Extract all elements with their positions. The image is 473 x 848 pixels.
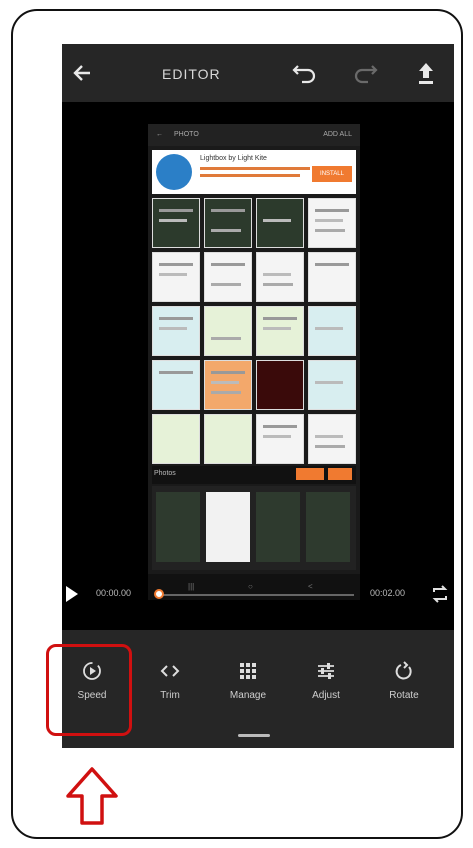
- photo-thumb: [152, 252, 200, 302]
- top-bar: EDITOR: [62, 44, 454, 102]
- photos-bar: Photos: [152, 466, 356, 484]
- photo-thumb: [256, 198, 304, 248]
- adjust-button[interactable]: Adjust: [296, 660, 356, 720]
- adjust-label: Adjust: [312, 690, 340, 701]
- trim-icon: [160, 665, 180, 677]
- page-indicator: [238, 734, 270, 737]
- selected-strip: [152, 486, 356, 570]
- page-title: EDITOR: [162, 66, 221, 82]
- rotate-button[interactable]: Rotate: [374, 660, 434, 720]
- photo-thumb: [308, 414, 356, 464]
- current-time: 00:00.00: [96, 588, 132, 598]
- sliders-icon: [318, 663, 334, 679]
- trim-label: Trim: [160, 690, 180, 701]
- video-preview[interactable]: ← PHOTO ADD ALL Lightbox by Light Kite I…: [148, 124, 360, 600]
- arrow-left-icon[interactable]: [70, 60, 96, 86]
- seek-handle[interactable]: [154, 589, 164, 599]
- photo-thumb: [308, 360, 356, 410]
- app-screen: EDITOR ← PHOTO ADD ALL Lightbox by Light…: [62, 44, 454, 748]
- preview-header: ← PHOTO ADD ALL: [148, 124, 360, 146]
- photo-thumb: [152, 414, 200, 464]
- manage-button[interactable]: Manage: [218, 660, 278, 720]
- photo-thumb: [204, 360, 252, 410]
- photo-thumb: [152, 198, 200, 248]
- rotate-label: Rotate: [389, 690, 419, 701]
- photo-thumb: [256, 360, 304, 410]
- photo-thumb: [256, 252, 304, 302]
- photo-thumb: [308, 252, 356, 302]
- play-icon[interactable]: [66, 586, 78, 602]
- up-arrow-icon: [66, 767, 118, 825]
- ad-banner: Lightbox by Light Kite INSTALL: [152, 150, 356, 194]
- seek-track[interactable]: [158, 594, 354, 596]
- photos-label: Photos: [154, 470, 176, 477]
- ad-title: Lightbox by Light Kite: [200, 155, 267, 162]
- photo-thumb: [308, 198, 356, 248]
- ad-install-button: INSTALL: [312, 166, 352, 182]
- grid-icon: [240, 663, 256, 679]
- photo-thumb: [204, 414, 252, 464]
- photo-thumb: [308, 306, 356, 356]
- redo-icon[interactable]: [352, 60, 380, 84]
- player-bar: 00:00.00 00:02.00: [62, 580, 454, 610]
- photo-thumb: [256, 306, 304, 356]
- loop-icon[interactable]: [430, 584, 450, 604]
- ad-logo: [156, 154, 192, 190]
- photo-thumb: [256, 414, 304, 464]
- photo-thumb: [204, 252, 252, 302]
- total-time: 00:02.00: [370, 588, 406, 598]
- photo-thumb: [152, 306, 200, 356]
- undo-icon[interactable]: [290, 60, 318, 84]
- speed-highlight-box: [46, 644, 132, 736]
- rotate-icon: [395, 661, 412, 680]
- manage-label: Manage: [229, 690, 267, 701]
- photo-thumb: [152, 360, 200, 410]
- preview-header-action: ADD ALL: [323, 131, 352, 138]
- photo-thumb: [204, 198, 252, 248]
- upload-icon[interactable]: [414, 60, 438, 86]
- trim-button[interactable]: Trim: [140, 660, 200, 720]
- preview-header-title: PHOTO: [174, 131, 199, 138]
- photo-thumb: [204, 306, 252, 356]
